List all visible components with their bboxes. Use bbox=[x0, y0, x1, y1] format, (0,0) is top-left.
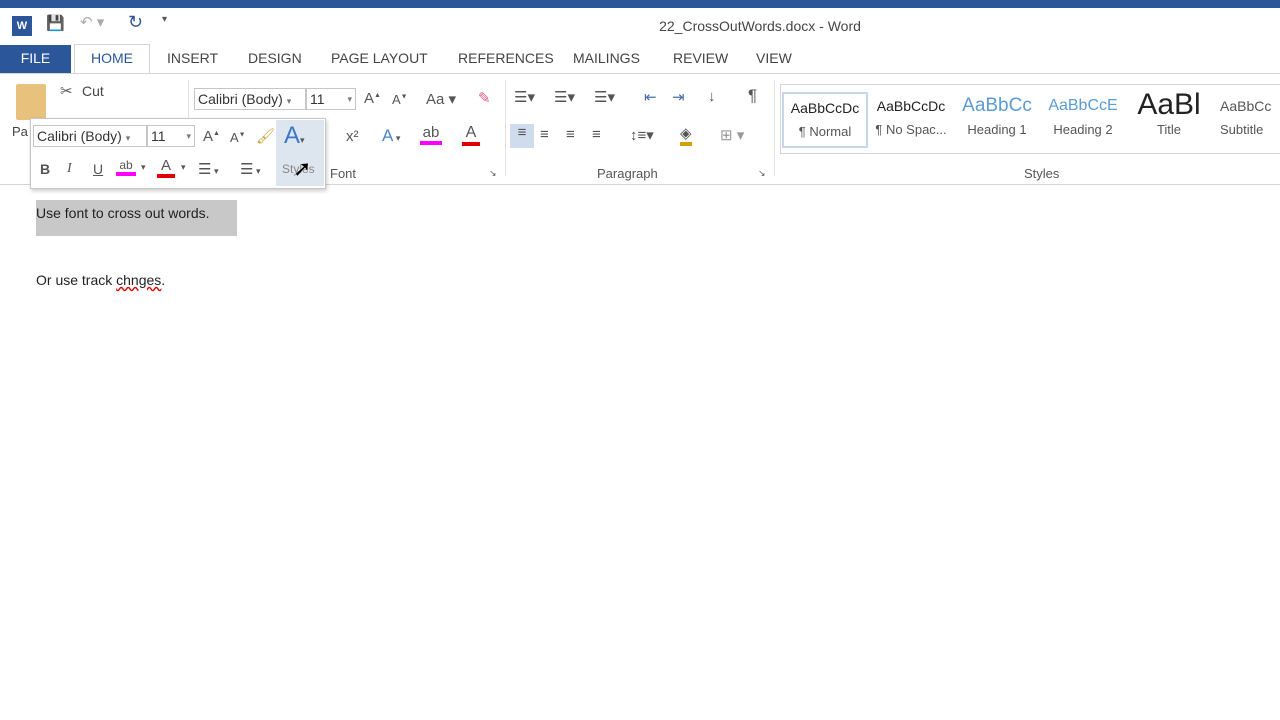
style-label: Heading 1 bbox=[967, 122, 1027, 137]
style-label: ¶ Normal bbox=[798, 124, 852, 139]
paragraph-dialog-launcher-icon[interactable]: ↘ bbox=[758, 168, 766, 179]
mini-font-name-box[interactable]: Calibri (Body) ▾ bbox=[33, 125, 147, 147]
cut-icon[interactable]: ✂ bbox=[60, 82, 73, 100]
styles-group-label: Styles bbox=[1024, 166, 1060, 181]
document-line-1[interactable]: Use font to cross out words. bbox=[36, 205, 210, 221]
style-sample: AaBbCc bbox=[1220, 98, 1272, 114]
style-sample: AaBbCcE bbox=[1048, 97, 1118, 114]
style-no-spacing[interactable]: AaBbCcDc ¶ No Spac... bbox=[868, 92, 954, 148]
mini-font-name: Calibri (Body) bbox=[37, 128, 122, 144]
tab-mailings[interactable]: MAILINGS bbox=[573, 48, 640, 72]
style-label: Heading 2 bbox=[1053, 122, 1113, 137]
superscript-icon[interactable]: x² bbox=[346, 128, 359, 145]
font-color-icon[interactable]: A bbox=[462, 124, 480, 146]
clear-formatting-icon[interactable]: ✎ bbox=[478, 89, 491, 107]
font-name-box[interactable]: Calibri (Body) ▾ bbox=[194, 88, 306, 110]
mini-font-color-dropdown[interactable]: ▾ bbox=[181, 162, 186, 173]
justify-icon[interactable]: ≡ bbox=[592, 126, 601, 143]
paste-label[interactable]: Pa bbox=[12, 124, 28, 139]
bold-button[interactable]: B bbox=[40, 161, 50, 177]
tab-home[interactable]: HOME bbox=[74, 44, 150, 74]
align-right-icon[interactable]: ≡ bbox=[566, 126, 575, 143]
mini-grow-font-icon[interactable]: A▲ bbox=[203, 128, 220, 145]
tab-insert[interactable]: INSERT bbox=[167, 48, 218, 72]
shrink-font-icon[interactable]: A▼ bbox=[392, 92, 408, 107]
bullets-icon[interactable]: ☰▾ bbox=[514, 88, 535, 106]
highlight-icon[interactable]: ab bbox=[420, 124, 442, 145]
font-size: 11 bbox=[310, 91, 325, 107]
change-case-button[interactable]: Aa ▾ bbox=[426, 90, 456, 108]
style-heading-1[interactable]: AaBbCc Heading 1 bbox=[954, 92, 1040, 148]
style-label: Title bbox=[1156, 122, 1182, 137]
sort-icon[interactable]: ↓ bbox=[708, 88, 716, 105]
font-dialog-launcher-icon[interactable]: ↘ bbox=[489, 168, 497, 179]
font-name: Calibri (Body) bbox=[198, 91, 283, 107]
change-case-label: Aa bbox=[426, 91, 445, 108]
align-center-icon[interactable]: ≡ bbox=[540, 126, 549, 143]
decrease-indent-icon[interactable]: ⇤ bbox=[644, 88, 657, 106]
paste-icon[interactable] bbox=[16, 84, 46, 120]
mini-font-size: 11 bbox=[151, 128, 166, 144]
line-2-suffix: . bbox=[161, 272, 166, 288]
style-sample: AaBbCc bbox=[962, 95, 1032, 116]
mini-numbering-icon[interactable]: ☰ ▾ bbox=[240, 160, 260, 178]
align-left-icon[interactable]: ≡ bbox=[510, 124, 534, 148]
cut-button[interactable]: Cut bbox=[82, 83, 104, 99]
tab-references[interactable]: REFERENCES bbox=[458, 48, 554, 72]
mini-font-size-box[interactable]: 11 ▾ bbox=[147, 125, 195, 147]
tab-review[interactable]: REVIEW bbox=[673, 48, 728, 72]
text-effects-icon[interactable]: A ▾ bbox=[382, 126, 400, 146]
tab-page-layout[interactable]: PAGE LAYOUT bbox=[331, 48, 428, 72]
mini-font-color-icon[interactable]: A bbox=[157, 157, 175, 178]
underline-button[interactable]: U bbox=[93, 161, 103, 177]
borders-icon[interactable]: ⊞ ▾ bbox=[720, 126, 744, 144]
format-painter-icon[interactable]: 🖌 bbox=[256, 127, 275, 145]
style-title[interactable]: AaBl Title bbox=[1126, 92, 1212, 148]
line-2-text: Or use track bbox=[36, 272, 117, 288]
style-subtitle[interactable]: AaBbCc Subtitle bbox=[1212, 92, 1280, 148]
shading-icon[interactable]: ◈ bbox=[680, 124, 692, 146]
show-marks-icon[interactable]: ¶ bbox=[748, 86, 757, 106]
style-normal[interactable]: AaBbCcDc ¶ Normal bbox=[782, 92, 868, 148]
font-size-box[interactable]: 11 ▾ bbox=[306, 88, 356, 110]
mini-highlight-dropdown[interactable]: ▾ bbox=[141, 162, 146, 173]
styles-icon: A▾ bbox=[284, 122, 305, 149]
multilevel-list-icon[interactable]: ☰▾ bbox=[594, 88, 615, 106]
mouse-cursor-icon: ➚ bbox=[293, 156, 312, 181]
style-heading-2[interactable]: AaBbCcE Heading 2 bbox=[1040, 92, 1126, 148]
style-sample: AaBl bbox=[1137, 92, 1201, 118]
misspelled-word[interactable]: chnges bbox=[116, 272, 161, 288]
document-line-2[interactable]: Or use track chnges. bbox=[36, 272, 165, 288]
paragraph-group-label: Paragraph bbox=[597, 166, 658, 181]
title-bar-accent bbox=[0, 0, 1280, 8]
grow-font-icon[interactable]: A▲ bbox=[364, 90, 381, 107]
line-spacing-icon[interactable]: ↕≡▾ bbox=[630, 126, 654, 144]
mini-bullets-icon[interactable]: ☰ ▾ bbox=[198, 160, 218, 178]
style-label: ¶ No Spac... bbox=[875, 122, 947, 137]
mini-shrink-font-icon[interactable]: A▼ bbox=[230, 130, 246, 145]
mini-highlight-icon[interactable]: ab bbox=[116, 158, 136, 176]
italic-button[interactable]: I bbox=[67, 161, 72, 177]
style-sample: AaBbCcDc bbox=[790, 100, 860, 116]
window-title: 22_CrossOutWords.docx - Word bbox=[659, 18, 861, 34]
font-group-label: Font bbox=[330, 166, 357, 181]
style-sample: AaBbCcDc bbox=[876, 98, 946, 114]
tab-view[interactable]: VIEW bbox=[756, 48, 792, 72]
tab-file[interactable]: FILE bbox=[0, 45, 71, 73]
numbering-icon[interactable]: ☰▾ bbox=[554, 88, 575, 106]
tab-design[interactable]: DESIGN bbox=[248, 48, 302, 72]
style-label: Subtitle bbox=[1220, 122, 1264, 137]
increase-indent-icon[interactable]: ⇥ bbox=[672, 88, 685, 106]
